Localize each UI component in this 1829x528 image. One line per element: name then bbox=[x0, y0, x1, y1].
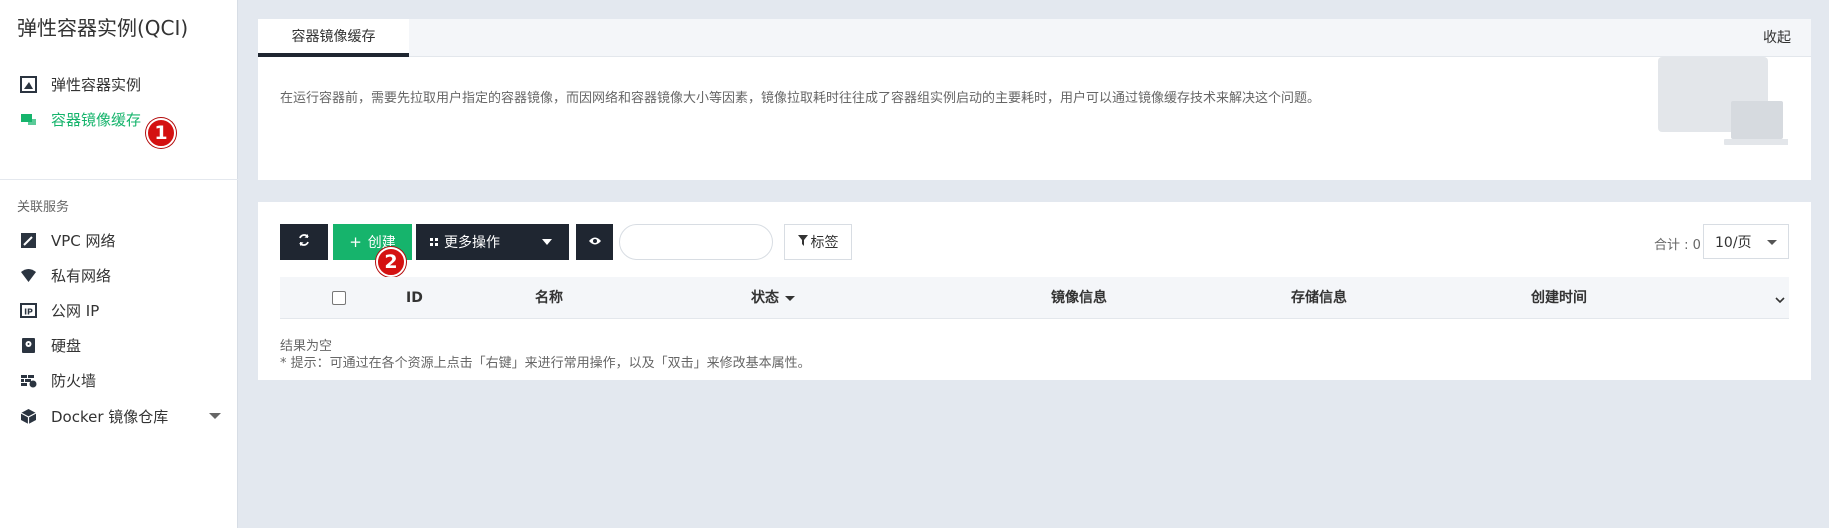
tag-filter-label: 标签 bbox=[810, 235, 839, 251]
grid-icon bbox=[430, 234, 438, 250]
resource-panel: + 创建 2 更多操作 标签 合计 : 0 10/页 ID 名称 状态 镜像信息 bbox=[258, 202, 1811, 380]
sidebar-item-label: VPC 网络 bbox=[51, 231, 116, 250]
wifi-icon bbox=[20, 267, 37, 284]
refresh-icon bbox=[297, 233, 311, 251]
sidebar-item-disk[interactable]: 硬盘 bbox=[20, 333, 81, 357]
view-toggle-button[interactable] bbox=[576, 224, 613, 260]
table-header: ID 名称 状态 镜像信息 存储信息 创建时间 bbox=[280, 277, 1789, 319]
chevron-down-icon bbox=[1767, 240, 1777, 245]
disk-icon bbox=[20, 337, 37, 354]
sidebar-item-label: 防火墙 bbox=[51, 371, 97, 390]
annotation-badge-2: 2 bbox=[376, 247, 406, 277]
svg-text:IP: IP bbox=[24, 307, 33, 316]
column-name[interactable]: 名称 bbox=[535, 277, 563, 319]
more-actions-button[interactable]: 更多操作 bbox=[416, 224, 569, 260]
collapse-button[interactable]: 收起 bbox=[1763, 19, 1791, 57]
page-size-value: 10/页 bbox=[1715, 234, 1752, 251]
caret-down-icon bbox=[542, 239, 552, 245]
column-image-info[interactable]: 镜像信息 bbox=[1051, 277, 1107, 319]
container-instance-icon bbox=[20, 75, 37, 93]
sort-caret-icon bbox=[785, 295, 795, 301]
sidebar-item-vpc[interactable]: VPC 网络 bbox=[20, 228, 116, 252]
intro-description: 在运行容器前，需要先拉取用户指定的容器镜像，而因网络和容器镜像大小等因素，镜像拉… bbox=[280, 91, 1321, 106]
tab-bar: 容器镜像缓存 收起 bbox=[258, 19, 1811, 57]
usage-hint: * 提示：可通过在各个资源上点击「右键」来进行常用操作，以及「双击」来修改基本属… bbox=[280, 356, 811, 371]
app-title: 弹性容器实例(QCI) bbox=[17, 16, 189, 40]
sidebar-item-private-network[interactable]: 私有网络 bbox=[20, 263, 111, 287]
sidebar-item-label: Docker 镜像仓库 bbox=[51, 407, 169, 426]
column-status-label: 状态 bbox=[751, 290, 779, 306]
sidebar-item-docker-registry[interactable]: Docker 镜像仓库 bbox=[20, 404, 168, 428]
sidebar-item-label: 弹性容器实例 bbox=[51, 75, 142, 94]
column-status[interactable]: 状态 bbox=[751, 277, 795, 319]
filter-icon bbox=[797, 234, 808, 250]
sidebar-item-label: 公网 IP bbox=[51, 301, 100, 320]
tag-filter-button[interactable]: 标签 bbox=[784, 224, 852, 260]
sidebar-item-label: 硬盘 bbox=[51, 336, 82, 355]
intro-panel: 在运行容器前，需要先拉取用户指定的容器镜像，而因网络和容器镜像大小等因素，镜像拉… bbox=[258, 57, 1811, 180]
tab-image-cache[interactable]: 容器镜像缓存 bbox=[258, 19, 409, 57]
eye-icon bbox=[588, 234, 602, 250]
sidebar-item-firewall[interactable]: 防火墙 bbox=[20, 368, 96, 392]
total-count: 合计 : 0 bbox=[1654, 238, 1701, 253]
column-id[interactable]: ID bbox=[406, 277, 423, 319]
vpc-icon bbox=[20, 232, 37, 249]
illustration-icon bbox=[1658, 57, 1790, 147]
annotation-badge-1: 1 bbox=[146, 118, 176, 148]
firewall-icon bbox=[20, 372, 37, 389]
chevron-down-icon[interactable] bbox=[209, 413, 221, 419]
sidebar-item-image-cache[interactable]: 容器镜像缓存 bbox=[20, 107, 141, 131]
image-cache-icon bbox=[20, 111, 37, 128]
plus-icon: + bbox=[349, 233, 362, 251]
sidebar: 弹性容器实例(QCI) 弹性容器实例 容器镜像缓存 关联服务 VPC 网络 私有… bbox=[0, 0, 238, 528]
search-input[interactable] bbox=[619, 224, 773, 260]
sidebar-item-public-ip[interactable]: IP 公网 IP bbox=[20, 298, 99, 322]
column-settings-chevron-icon[interactable] bbox=[1775, 290, 1785, 309]
column-created-time[interactable]: 创建时间 bbox=[1531, 277, 1587, 319]
docker-icon bbox=[20, 408, 37, 425]
sidebar-item-container-instance[interactable]: 弹性容器实例 bbox=[20, 72, 141, 96]
select-all-checkbox[interactable] bbox=[332, 291, 346, 305]
sidebar-item-label: 容器镜像缓存 bbox=[51, 110, 142, 129]
sidebar-divider bbox=[0, 179, 238, 180]
related-services-label: 关联服务 bbox=[17, 200, 70, 215]
sidebar-item-label: 私有网络 bbox=[51, 266, 112, 285]
more-actions-label: 更多操作 bbox=[444, 235, 500, 251]
ip-icon: IP bbox=[20, 302, 37, 319]
column-storage-info[interactable]: 存储信息 bbox=[1291, 277, 1347, 319]
page-size-select[interactable]: 10/页 bbox=[1703, 224, 1789, 259]
refresh-button[interactable] bbox=[280, 224, 328, 260]
